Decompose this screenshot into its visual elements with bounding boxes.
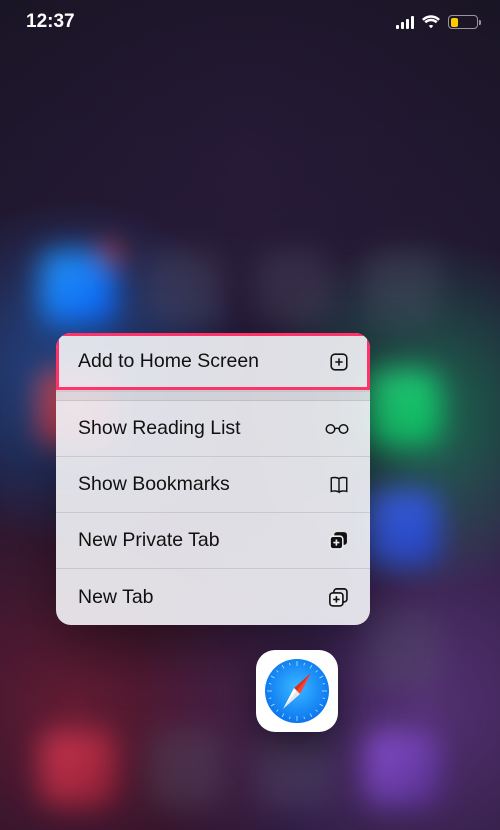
menu-item-label: Show Reading List	[78, 417, 241, 440]
menu-item-label: Show Bookmarks	[78, 473, 230, 496]
new-tab-icon	[324, 586, 350, 609]
battery-icon	[448, 15, 478, 29]
menu-item-label: Add to Home Screen	[78, 350, 259, 373]
status-bar: 12:37	[0, 0, 500, 44]
quick-action-menu: Add to Home Screen Show Reading List	[56, 333, 370, 625]
menu-separator	[56, 391, 370, 401]
menu-item-show-bookmarks[interactable]: Show Bookmarks	[56, 457, 370, 513]
menu-item-new-private-tab[interactable]: New Private Tab	[56, 513, 370, 569]
menu-item-show-reading-list[interactable]: Show Reading List	[56, 401, 370, 457]
menu-item-label: New Private Tab	[78, 529, 220, 552]
wifi-icon	[421, 15, 441, 29]
menu-item-label: New Tab	[78, 586, 154, 609]
menu-item-new-tab[interactable]: New Tab	[56, 569, 370, 625]
compass-icon	[262, 656, 332, 726]
menu-item-add-to-home-screen[interactable]: Add to Home Screen	[56, 333, 370, 391]
clock: 12:37	[26, 11, 75, 33]
safari-app-icon[interactable]	[256, 650, 338, 732]
cellular-signal-icon	[396, 16, 415, 29]
home-screen: 12:37 Add to Home Screen	[0, 0, 500, 830]
private-tab-icon	[324, 529, 350, 552]
add-to-home-icon	[324, 351, 350, 373]
glasses-icon	[324, 422, 350, 436]
book-icon	[324, 475, 350, 495]
